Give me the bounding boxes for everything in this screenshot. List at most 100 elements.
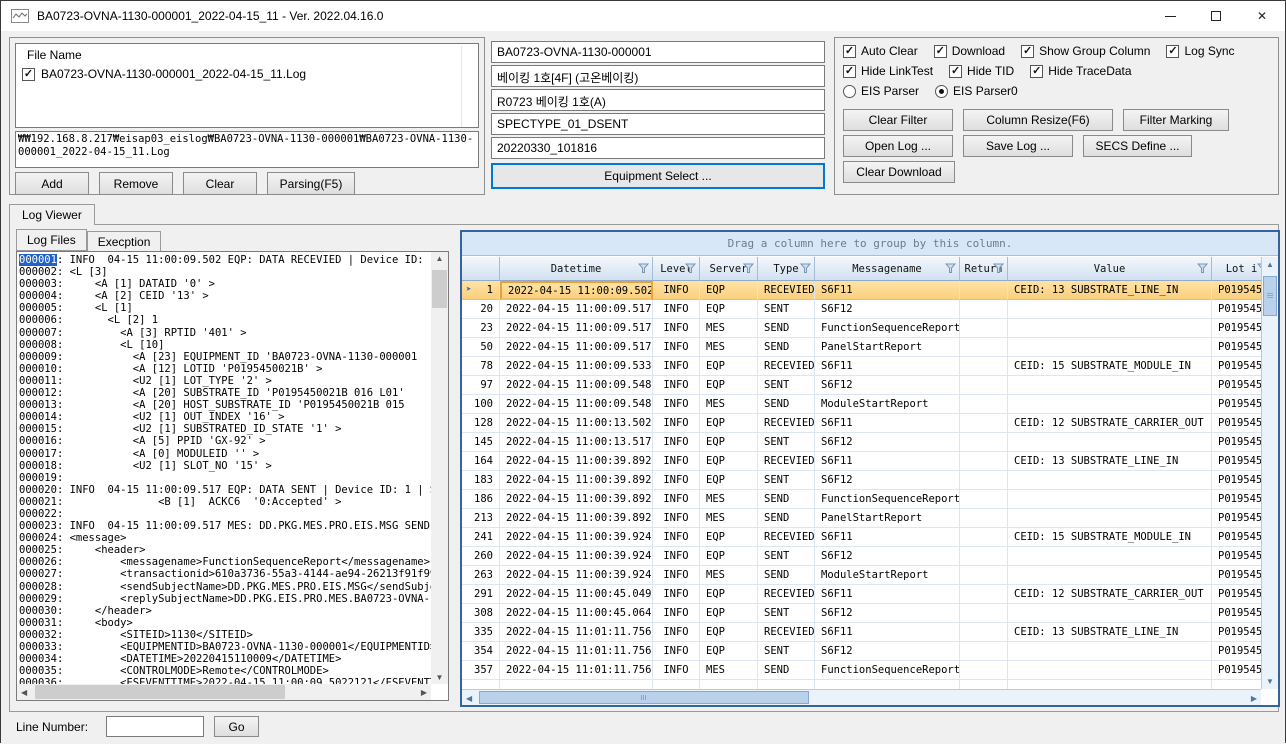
table-row[interactable]: 2412022-04-15 11:00:39.924INFOEQPRECEVIE… [462,528,1278,547]
cell-type[interactable]: RECEVIED [758,585,815,604]
cell-datetime[interactable]: 2022-04-15 11:01:11.756 [500,661,653,680]
grid-vertical-scrollbar[interactable]: ▲ ▼ [1261,257,1278,689]
cell-value[interactable]: CEID: 13 SUBSTRATE_LINE_IN [1008,623,1212,642]
table-row[interactable]: 1452022-04-15 11:00:13.517INFOEQPSENTS6F… [462,433,1278,452]
radio-eis-parser[interactable]: EIS Parser [843,84,919,98]
checkbox-hide-tracedata[interactable]: ✓Hide TraceData [1030,64,1131,78]
scroll-left-icon[interactable]: ◀ [21,688,27,697]
cell-datetime[interactable]: 2022-04-15 11:00:39.924 [500,547,653,566]
cell-server[interactable]: MES [700,395,758,414]
cell-return[interactable] [960,395,1008,414]
table-row[interactable]: 2912022-04-15 11:00:45.049INFOEQPRECEVIE… [462,585,1278,604]
cell-type[interactable]: SENT [758,300,815,319]
table-row[interactable]: 1002022-04-15 11:00:09.548INFOMESSENDMod… [462,395,1278,414]
radio-eis-parser0[interactable]: EIS Parser0 [935,84,1018,98]
cell-return[interactable] [960,566,1008,585]
row-number-cell[interactable]: 100 [462,395,500,414]
cell-return[interactable] [960,547,1008,566]
row-number-cell[interactable]: 357 [462,661,500,680]
cell-server[interactable]: EQP [700,357,758,376]
line-number-input[interactable] [106,716,204,737]
file-list-item[interactable]: ✓BA0723-OVNA-1130-000001_2022-04-15_11.L… [16,64,478,81]
equipment-field-1[interactable]: BA0723-OVNA-1130-000001 [491,41,825,63]
cell-return[interactable] [960,490,1008,509]
cell-return[interactable] [960,300,1008,319]
cell-type[interactable]: SENT [758,471,815,490]
table-row[interactable]: 1➤2022-04-15 11:00:09.502INFOEQPRECEVIED… [462,281,1278,300]
cell-type[interactable]: SEND [758,490,815,509]
cell-server[interactable]: EQP [700,547,758,566]
log-vertical-scrollbar[interactable]: ▲ ▼ [431,252,448,684]
cell-type[interactable]: SEND [758,661,815,680]
checkbox-auto-clear[interactable]: ✓Auto Clear [843,44,918,58]
scroll-down-icon[interactable]: ▼ [1262,677,1278,686]
tab-log-viewer[interactable]: Log Viewer [9,204,95,225]
cell-server[interactable]: EQP [700,452,758,471]
cell-value[interactable]: CEID: 15 SUBSTRATE_MODULE_IN [1008,528,1212,547]
minimize-button[interactable] [1147,1,1193,31]
cell-server[interactable]: MES [700,661,758,680]
cell-level[interactable]: INFO [653,452,700,471]
row-number-cell[interactable]: 164 [462,452,500,471]
table-row[interactable]: 232022-04-15 11:00:09.517INFOMESSENDFunc… [462,319,1278,338]
filter-funnel-icon[interactable] [743,263,754,277]
scroll-right-icon[interactable]: ▶ [1251,694,1257,703]
column-header-value[interactable]: Value [1008,257,1212,281]
cell-return[interactable] [960,585,1008,604]
cell-level[interactable]: INFO [653,490,700,509]
cell-level[interactable]: INFO [653,661,700,680]
cell-server[interactable]: MES [700,509,758,528]
cell-messagename[interactable]: S6F12 [815,300,960,319]
checkbox-hide-tid[interactable]: ✓Hide TID [949,64,1014,78]
cell-datetime[interactable]: 2022-04-15 11:00:39.924 [500,566,653,585]
column-header-messagename[interactable]: Messagename [815,257,960,281]
cell-datetime[interactable]: 2022-04-15 11:01:11.756 [500,642,653,661]
filter-funnel-icon[interactable] [800,263,811,277]
cell-type[interactable]: SENT [758,376,815,395]
row-number-cell[interactable]: 260 [462,547,500,566]
table-row[interactable]: 1862022-04-15 11:00:39.892INFOMESSENDFun… [462,490,1278,509]
cell-level[interactable]: INFO [653,604,700,623]
grid-horizontal-scrollbar[interactable]: ◀ ▶ [462,689,1261,705]
cell-level[interactable]: INFO [653,623,700,642]
filter-marking-button[interactable]: Filter Marking [1123,109,1229,131]
cell-messagename[interactable]: S6F12 [815,547,960,566]
cell-return[interactable] [960,604,1008,623]
grid-vscroll-thumb[interactable] [1263,276,1277,316]
row-number-cell[interactable]: 186 [462,490,500,509]
cell-value[interactable] [1008,319,1212,338]
scroll-left-icon[interactable]: ◀ [466,694,472,703]
checkbox-log-sync[interactable]: ✓Log Sync [1166,44,1234,58]
cell-server[interactable]: EQP [700,528,758,547]
table-row[interactable]: 2632022-04-15 11:00:39.924INFOMESSENDMod… [462,566,1278,585]
cell-return[interactable] [960,376,1008,395]
cell-messagename[interactable]: S6F12 [815,604,960,623]
cell-server[interactable]: MES [700,566,758,585]
cell-value[interactable] [1008,395,1212,414]
row-number-cell[interactable]: 291 [462,585,500,604]
file-button-add[interactable]: Add [15,172,89,195]
cell-server[interactable]: EQP [700,433,758,452]
table-row[interactable]: 202022-04-15 11:00:09.517INFOEQPSENTS6F1… [462,300,1278,319]
cell-datetime[interactable]: 2022-04-15 11:00:39.892 [500,490,653,509]
cell-return[interactable] [960,528,1008,547]
cell-datetime[interactable]: 2022-04-15 11:00:09.548 [500,376,653,395]
column-header-return[interactable]: Return [960,257,1008,281]
cell-return[interactable] [960,414,1008,433]
subtab-execption[interactable]: Execption [87,231,162,251]
cell-return[interactable] [960,338,1008,357]
cell-messagename[interactable]: S6F11 [815,414,960,433]
grid-group-bar[interactable]: Drag a column here to group by this colu… [462,232,1278,256]
cell-messagename[interactable]: ModuleStartReport [815,566,960,585]
cell-messagename[interactable]: S6F12 [815,433,960,452]
cell-value[interactable] [1008,642,1212,661]
cell-messagename[interactable]: S6F12 [815,376,960,395]
cell-server[interactable]: MES [700,319,758,338]
log-text-area[interactable]: 000001: INFO 04-15 11:00:09.502 EQP: DAT… [16,251,449,701]
cell-messagename[interactable]: S6F12 [815,471,960,490]
file-list-column-header[interactable]: File Name [16,44,478,64]
cell-value[interactable] [1008,490,1212,509]
file-list[interactable]: File Name ✓BA0723-OVNA-1130-000001_2022-… [15,43,479,128]
close-button[interactable]: ✕ [1239,1,1285,31]
cell-messagename[interactable]: S6F11 [815,281,960,300]
